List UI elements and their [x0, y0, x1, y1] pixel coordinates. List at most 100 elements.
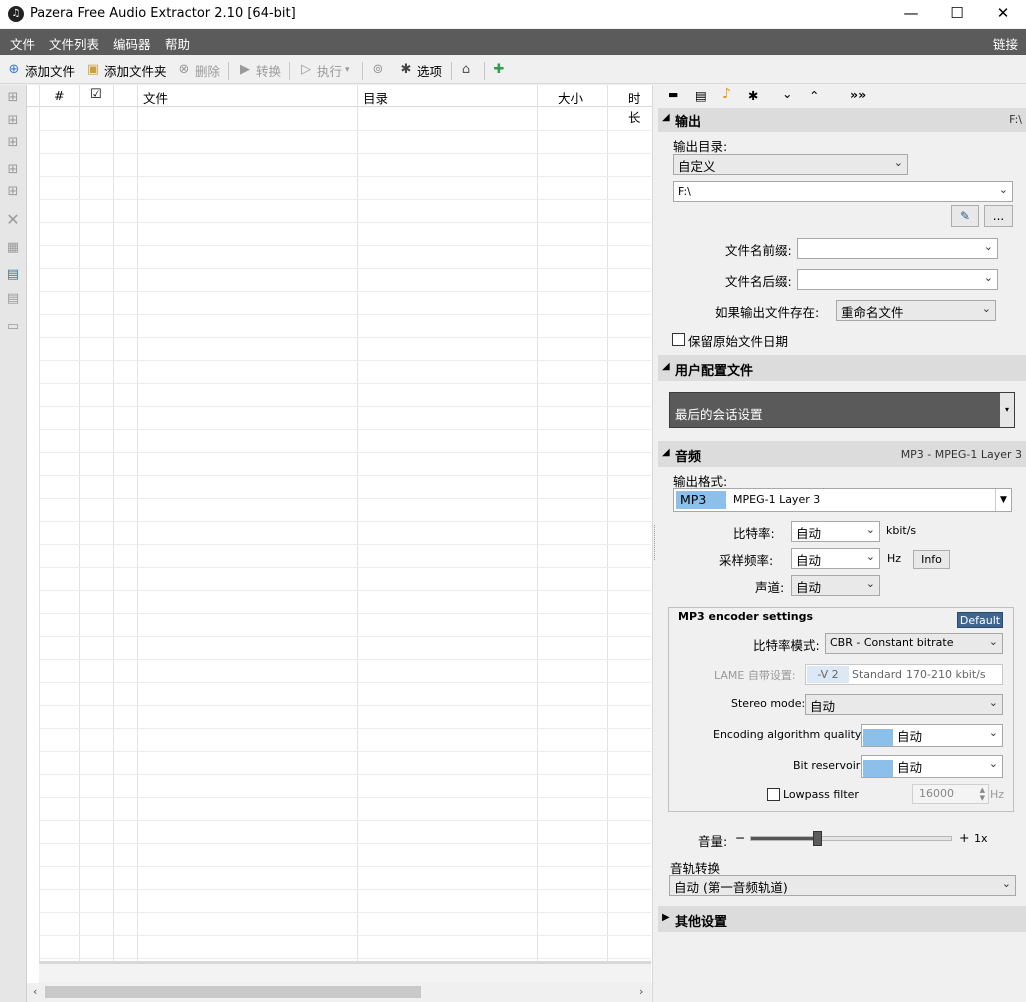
- options-button[interactable]: ✱ 选项: [398, 61, 442, 79]
- grid-row-line: [39, 751, 651, 752]
- volume-plus-icon[interactable]: +: [959, 830, 969, 845]
- chevron-down-icon: ⌄: [983, 271, 993, 284]
- lame-preset-select[interactable]: -V 2 Standard 170-210 kbit/s: [805, 664, 1003, 685]
- column-file[interactable]: 文件: [143, 88, 168, 107]
- suffix-label: 文件名后缀:: [725, 274, 792, 289]
- close-button[interactable]: ✕: [980, 0, 1026, 28]
- menu-filelist[interactable]: 文件列表: [49, 34, 99, 53]
- expand-icon[interactable]: ⌃: [809, 88, 819, 103]
- chevron-down-icon: ⌄: [983, 240, 993, 253]
- music-icon[interactable]: ♪: [722, 86, 731, 102]
- remove-icon[interactable]: ✕: [5, 212, 21, 228]
- grid-row-line: [39, 452, 651, 453]
- collapse-triangle-icon: ◢: [662, 361, 670, 372]
- lowpass-input[interactable]: 16000 ▲ ▼: [912, 784, 989, 804]
- column-size[interactable]: 大小: [558, 88, 583, 107]
- delete-button[interactable]: ⊗ 删除: [176, 61, 220, 79]
- track-conversion-select[interactable]: 自动 (第一音频轨道) ⌄: [669, 875, 1016, 896]
- delete-label: 删除: [195, 63, 221, 79]
- quality-select[interactable]: 自动 ⌄: [861, 724, 1003, 747]
- scroll-right-icon[interactable]: ›: [639, 985, 643, 998]
- uncheck-all-icon[interactable]: ⊞: [5, 184, 21, 200]
- select-all-icon[interactable]: ⊞: [5, 90, 21, 106]
- column-duration[interactable]: 时长: [628, 88, 652, 126]
- numbering-icon[interactable]: ▦: [5, 240, 21, 256]
- grid-row-line: [39, 268, 651, 269]
- open-folder-icon[interactable]: ▭: [5, 319, 21, 335]
- profile-select[interactable]: 最后的会话设置 ▾: [669, 392, 1015, 428]
- spinner-icon[interactable]: ▲ ▼: [980, 786, 985, 802]
- file-exists-select[interactable]: 重命名文件 ⌄: [836, 300, 996, 321]
- import-list-icon[interactable]: ▤: [5, 267, 21, 283]
- samplerate-select[interactable]: 自动 ⌄: [791, 548, 880, 569]
- column-check[interactable]: ☑: [90, 87, 102, 102]
- pin-icon: ✚: [493, 62, 505, 77]
- bitrate-select[interactable]: 自动 ⌄: [791, 521, 880, 542]
- prefix-input[interactable]: ⌄: [797, 238, 998, 259]
- lame-standard: Standard: [852, 668, 903, 681]
- suffix-input[interactable]: ⌄: [797, 269, 998, 290]
- bitrate-mode-label: 比特率模式:: [753, 638, 820, 653]
- chevron-down-icon: ⌄: [893, 156, 903, 169]
- volume-slider-thumb[interactable]: [813, 831, 822, 846]
- default-button[interactable]: Default: [957, 612, 1003, 628]
- profile-section-header[interactable]: ◢ 用户配置文件: [658, 355, 1026, 381]
- collapse-icon[interactable]: ⌄: [782, 86, 792, 101]
- output-format-select[interactable]: MP3 MPEG-1 Layer 3 ▼: [673, 488, 1012, 512]
- scrollbar-thumb[interactable]: [45, 986, 421, 998]
- menu-help[interactable]: 帮助: [165, 34, 190, 53]
- bitrate-mode-select[interactable]: CBR - Constant bitrate ⌄: [825, 633, 1003, 654]
- scroll-left-icon[interactable]: ‹: [33, 985, 37, 998]
- grid-row-line: [39, 797, 651, 798]
- edit-path-button[interactable]: ✎: [951, 205, 979, 227]
- invert-selection-icon[interactable]: ⊞: [5, 135, 21, 151]
- bitrate-unit: kbit/s: [886, 524, 917, 537]
- column-number[interactable]: #: [54, 88, 64, 103]
- menu-file[interactable]: 文件: [10, 34, 35, 53]
- export-list-icon[interactable]: ▤: [5, 291, 21, 307]
- menu-codec[interactable]: 编码器: [113, 34, 151, 53]
- files-info-button[interactable]: ⊚: [370, 61, 386, 79]
- pin-button[interactable]: ✚: [491, 61, 507, 79]
- samplerate-unit: Hz: [887, 552, 902, 565]
- execute-button[interactable]: ▷ 执行 ▾: [298, 61, 350, 79]
- menu-bar: 文件 文件列表 编码器 帮助 链接: [0, 29, 1026, 55]
- output-dir-mode-select[interactable]: 自定义 ⌄: [673, 154, 908, 175]
- add-folder-icon: ▣: [86, 62, 100, 77]
- add-files-button[interactable]: ⊕ 添加文件: [6, 61, 75, 79]
- grid-row-line: [39, 682, 651, 683]
- select-none-icon[interactable]: ⊞: [5, 113, 21, 129]
- horizontal-scrollbar[interactable]: ‹ ›: [27, 983, 652, 1002]
- volume-minus-icon[interactable]: −: [735, 830, 745, 845]
- output-dir-path-input[interactable]: F:\ ⌄: [673, 181, 1013, 202]
- keep-date-checkbox[interactable]: [672, 333, 685, 346]
- home-button[interactable]: ⌂: [458, 61, 474, 79]
- gear-tab-icon[interactable]: ✱: [748, 88, 758, 103]
- grid-row-line: [39, 130, 651, 131]
- info-button[interactable]: Info: [913, 550, 950, 569]
- grid-row-line: [39, 176, 651, 177]
- document-icon[interactable]: ▤: [695, 88, 707, 103]
- more-icon[interactable]: »»: [850, 87, 866, 102]
- lowpass-checkbox[interactable]: [767, 788, 780, 801]
- file-list-grid[interactable]: # ☑ 文件 目录 大小 时长 ‹ ›: [27, 85, 652, 1002]
- add-folder-button[interactable]: ▣ 添加文件夹: [85, 61, 167, 79]
- convert-button[interactable]: ▶ 转换: [237, 61, 281, 79]
- grid-footer: [39, 961, 651, 983]
- check-all-icon[interactable]: ⊞: [5, 162, 21, 178]
- output-section-header[interactable]: ◢ 输出 F:\: [658, 108, 1026, 132]
- menu-links[interactable]: 链接: [993, 34, 1018, 53]
- folder-icon[interactable]: ▬: [668, 88, 678, 101]
- minimize-button[interactable]: —: [888, 0, 934, 28]
- reservoir-select[interactable]: 自动 ⌄: [861, 755, 1003, 778]
- grid-row-line: [39, 521, 651, 522]
- audio-section-header[interactable]: ◢ 音频 MP3 - MPEG-1 Layer 3: [658, 441, 1026, 467]
- files-info-icon: ⊚: [372, 62, 384, 77]
- quality-swatch: [863, 729, 893, 746]
- stereo-mode-select[interactable]: 自动 ⌄: [805, 694, 1003, 715]
- other-section-header[interactable]: ▶ 其他设置: [658, 906, 1026, 932]
- browse-button[interactable]: ...: [984, 205, 1013, 227]
- column-directory[interactable]: 目录: [363, 88, 388, 107]
- maximize-button[interactable]: ☐: [934, 0, 980, 28]
- channels-select[interactable]: 自动 ⌄: [791, 575, 880, 596]
